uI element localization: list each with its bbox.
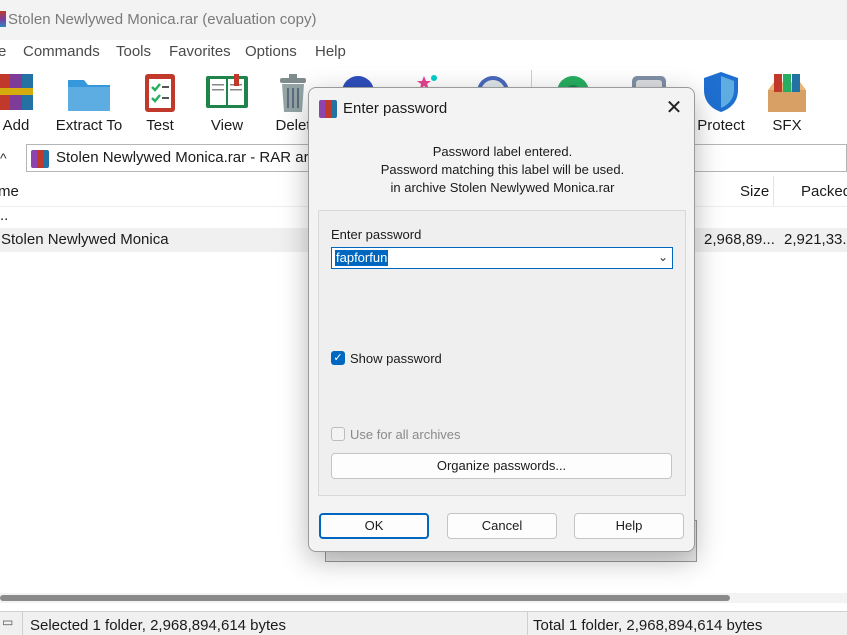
add-button-label: Add (2, 117, 30, 134)
row-size: 2,968,89... (704, 231, 775, 248)
status-divider (22, 612, 23, 635)
test-button[interactable]: Test (136, 64, 184, 140)
enter-password-dialog: Enter password ✕ Password label entered.… (308, 87, 695, 552)
ok-button[interactable]: OK (319, 513, 429, 539)
drive-icon: ▭ (2, 615, 14, 629)
view-button-label: View (210, 117, 244, 134)
password-input-value[interactable]: fapforfun (335, 250, 389, 266)
help-button[interactable]: Help (574, 513, 684, 539)
info-line-3: in archive Stolen Newlywed Monica.rar (390, 180, 615, 195)
status-total: Total 1 folder, 2,968,894,614 bytes (533, 617, 763, 634)
add-button[interactable]: Add (0, 64, 38, 140)
rar-archive-icon (31, 150, 49, 168)
info-line-2: Password matching this label will be use… (380, 162, 625, 177)
menu-commands[interactable]: Commands (23, 43, 100, 60)
shield-icon (704, 72, 738, 112)
use-for-all-archives-label[interactable]: Use for all archives (350, 427, 461, 442)
column-name-header[interactable]: me (0, 183, 19, 200)
scrollbar-thumb[interactable] (0, 595, 730, 601)
row-parent-folder: .. (0, 207, 9, 224)
password-label: Enter password (331, 227, 422, 242)
horizontal-scrollbar[interactable] (0, 593, 847, 603)
organize-passwords-button[interactable]: Organize passwords... (331, 453, 672, 479)
use-for-all-archives-checkbox[interactable] (331, 427, 345, 441)
column-divider[interactable] (773, 176, 774, 206)
cancel-button[interactable]: Cancel (447, 513, 557, 539)
winrar-app-icon (0, 11, 6, 27)
column-packed-header[interactable]: Packed (801, 183, 847, 200)
menu-favorites[interactable]: Favorites (169, 43, 231, 60)
extract-to-button-label: Extract To (55, 117, 123, 134)
password-panel: Enter password fapforfun ⌄ ✓ Show passwo… (318, 210, 686, 496)
sfx-button[interactable]: SFX (760, 64, 814, 140)
winrar-dialog-icon (319, 100, 337, 118)
menu-bar: e Commands Tools Favorites Options Help (0, 40, 847, 64)
archive-path: Stolen Newlywed Monica.rar - RAR arc (56, 149, 317, 166)
show-password-checkbox[interactable]: ✓ (331, 351, 345, 365)
menu-tools[interactable]: Tools (116, 43, 151, 60)
close-icon[interactable]: ✕ (659, 94, 689, 122)
view-button[interactable]: View (200, 64, 254, 140)
row-packed: 2,921,33... (784, 231, 847, 248)
view-book-icon (206, 74, 248, 108)
menu-help[interactable]: Help (315, 43, 346, 60)
protect-button[interactable]: Protect (690, 64, 752, 140)
password-combobox[interactable]: fapforfun ⌄ (331, 247, 673, 269)
chevron-down-icon[interactable]: ⌄ (658, 250, 668, 264)
extract-to-button[interactable]: Extract To (52, 64, 126, 140)
sfx-box-icon (768, 74, 806, 112)
title-bar: Stolen Newlywed Monica.rar (evaluation c… (0, 0, 847, 40)
extract-folder-icon (68, 80, 110, 111)
test-clipboard-icon (145, 74, 175, 112)
test-button-label: Test (146, 117, 174, 134)
sfx-button-label: SFX (772, 117, 802, 134)
menu-options[interactable]: Options (245, 43, 297, 60)
menu-file[interactable]: e (0, 43, 6, 60)
status-selected: Selected 1 folder, 2,968,894,614 bytes (30, 617, 287, 634)
protect-button-label: Protect (697, 117, 745, 134)
status-bar: ▭ Selected 1 folder, 2,968,894,614 bytes… (0, 611, 847, 635)
status-divider (527, 612, 528, 635)
dialog-title: Enter password (343, 100, 448, 117)
row-name: Stolen Newlywed Monica (1, 231, 169, 248)
column-size-header[interactable]: Size (740, 183, 769, 200)
info-line-1: Password label entered. (432, 144, 573, 159)
window-title: Stolen Newlywed Monica.rar (evaluation c… (8, 11, 317, 28)
up-folder-button[interactable]: ^ (0, 150, 7, 166)
add-archive-icon (0, 74, 33, 110)
show-password-label[interactable]: Show password (350, 351, 442, 366)
